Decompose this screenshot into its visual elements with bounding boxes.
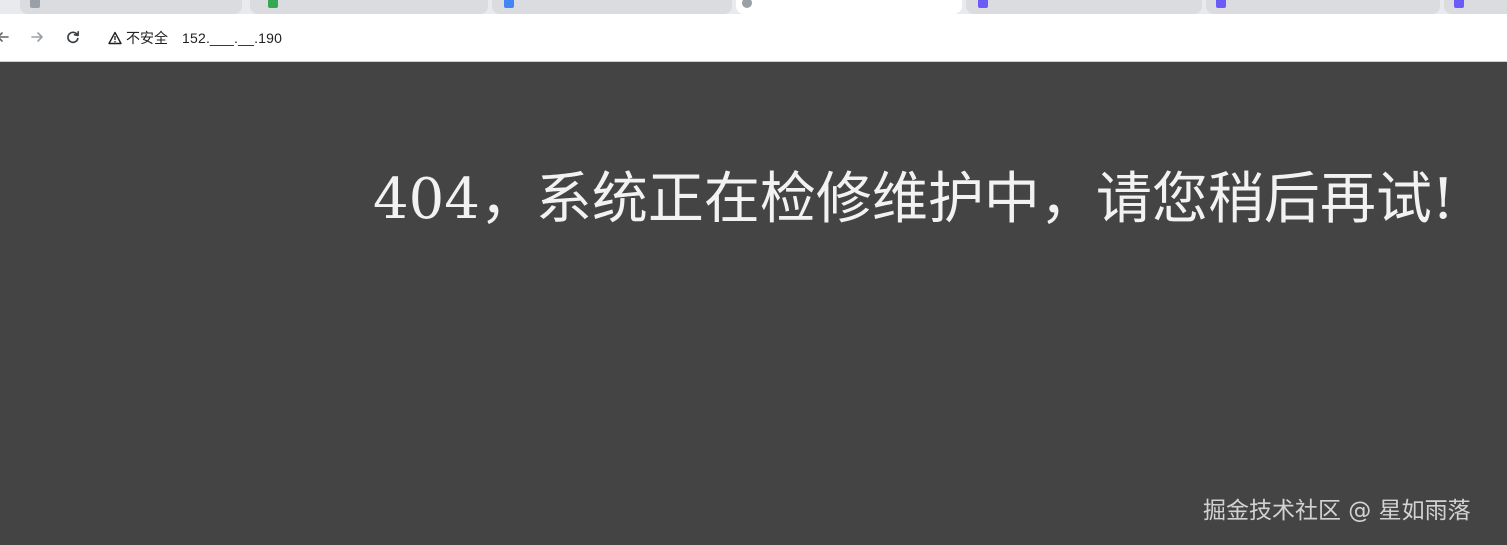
tab-favicon-icon	[1216, 0, 1226, 8]
tab-favicon-icon	[30, 0, 40, 8]
browser-tab[interactable]	[966, 0, 1202, 14]
security-label: 不安全	[126, 31, 168, 47]
browser-tab[interactable]	[250, 0, 488, 14]
tab-favicon-icon	[268, 0, 278, 8]
back-button[interactable]	[0, 26, 14, 48]
forward-button[interactable]	[26, 26, 48, 48]
reload-button[interactable]	[62, 26, 84, 48]
watermark-text: 掘金技术社区 @ 星如雨落	[1203, 498, 1471, 524]
browser-tab-active[interactable]	[736, 0, 962, 14]
browser-tab[interactable]	[492, 0, 732, 14]
browser-tab[interactable]	[20, 0, 242, 14]
browser-tab[interactable]	[1206, 0, 1440, 14]
security-indicator[interactable]: 不安全	[108, 28, 168, 48]
tab-favicon-icon	[1454, 0, 1464, 8]
tab-strip	[0, 0, 1507, 14]
reload-icon	[67, 31, 80, 44]
url-text[interactable]: 152.___.__.190	[182, 30, 282, 46]
warning-triangle-icon	[108, 31, 122, 45]
address-bar[interactable]: 不安全 152.___.__.190	[98, 22, 1498, 54]
tab-favicon-icon	[504, 0, 514, 8]
tab-favicon-icon	[742, 0, 752, 8]
arrow-right-icon	[31, 32, 43, 42]
browser-tab[interactable]	[1444, 0, 1507, 14]
maintenance-message: 404，系统正在检修维护中，请您稍后再试!	[373, 167, 1455, 232]
browser-toolbar: 不安全 152.___.__.190	[0, 14, 1507, 62]
tab-favicon-icon	[978, 0, 988, 8]
arrow-left-icon	[0, 32, 9, 42]
page-content: 404，系统正在检修维护中，请您稍后再试! 掘金技术社区 @ 星如雨落	[0, 62, 1507, 545]
